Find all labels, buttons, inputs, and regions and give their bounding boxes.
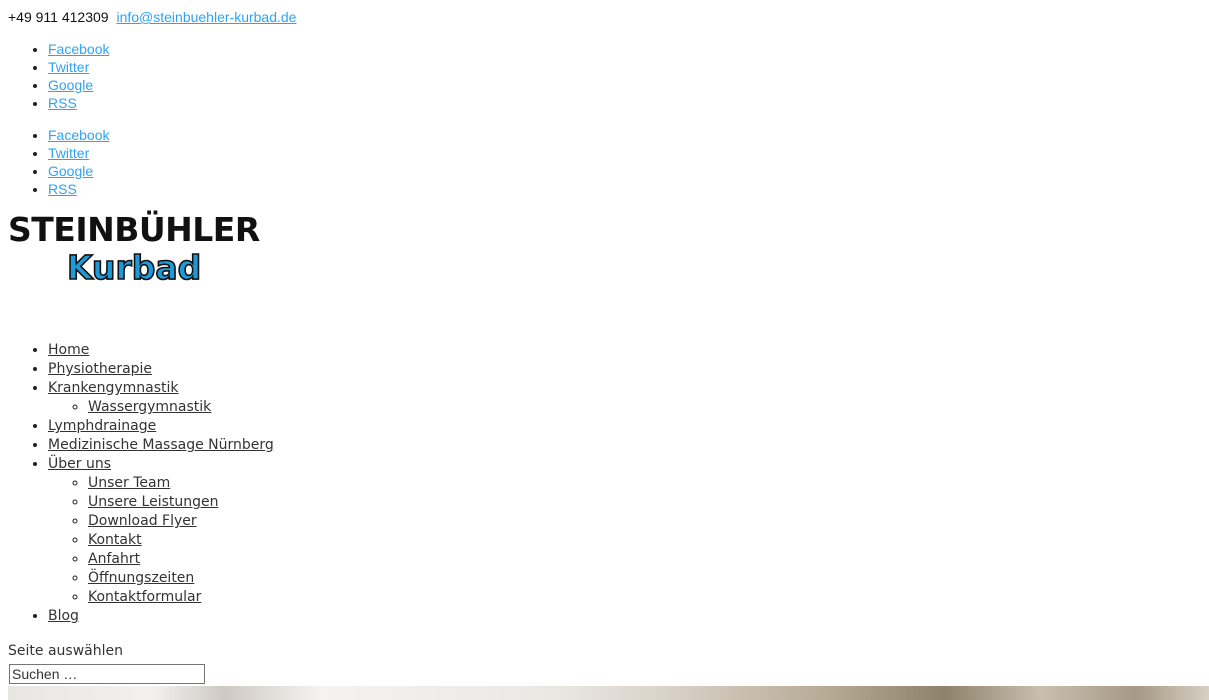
mobile-menu-select-page[interactable]: Seite auswählen <box>8 642 123 661</box>
site-logo[interactable]: STEINBÜHLER Kurbad <box>8 210 260 288</box>
menu-link-krankengymnastik[interactable]: Krankengymnastik <box>48 380 179 396</box>
social-links-primary: Facebook Twitter Google RSS <box>8 40 109 112</box>
menu-item-massage: Medizinische Massage Nürnberg <box>48 436 274 455</box>
submenu-item: Unsere Leistungen <box>88 493 274 512</box>
google-link[interactable]: Google <box>48 77 93 93</box>
social-item: Google <box>48 76 109 94</box>
social-item: Facebook <box>48 126 109 144</box>
email-link[interactable]: info@steinbuehler-kurbad.de <box>116 9 296 25</box>
search-input[interactable] <box>9 664 205 684</box>
phone-number: +49 911 412309 <box>8 9 109 25</box>
social-links-secondary: Facebook Twitter Google RSS <box>8 126 109 198</box>
main-navigation: Home Physiotherapie Krankengymnastik Was… <box>8 341 274 626</box>
menu-link-oeffnungszeiten[interactable]: Öffnungszeiten <box>88 570 194 586</box>
submenu-item: Öffnungszeiten <box>88 569 274 588</box>
facebook-link[interactable]: Facebook <box>48 41 109 57</box>
menu-item-lymphdrainage: Lymphdrainage <box>48 417 274 436</box>
menu-link-anfahrt[interactable]: Anfahrt <box>88 551 140 567</box>
submenu-item: Unser Team <box>88 474 274 493</box>
menu-item-home: Home <box>48 341 274 360</box>
submenu-krankengymnastik: Wassergymnastik <box>48 398 274 417</box>
twitter-link[interactable]: Twitter <box>48 145 89 161</box>
menu-link-kontaktformular[interactable]: Kontaktformular <box>88 589 201 605</box>
logo-line-kurbad: Kurbad <box>66 248 202 287</box>
top-contact-bar: +49 911 412309 info@steinbuehler-kurbad.… <box>8 9 296 26</box>
menu-link-home[interactable]: Home <box>48 342 89 358</box>
social-item: RSS <box>48 94 109 112</box>
rss-link[interactable]: RSS <box>48 181 77 197</box>
facebook-link[interactable]: Facebook <box>48 127 109 143</box>
submenu-item: Kontakt <box>88 531 274 550</box>
rss-link[interactable]: RSS <box>48 95 77 111</box>
submenu-item: Anfahrt <box>88 550 274 569</box>
menu-item-blog: Blog <box>48 607 274 626</box>
menu-link-wassergymnastik[interactable]: Wassergymnastik <box>88 399 211 415</box>
menu-item-physiotherapie: Physiotherapie <box>48 360 274 379</box>
menu-link-lymphdrainage[interactable]: Lymphdrainage <box>48 418 156 434</box>
hero-image <box>8 686 1209 700</box>
social-item: Twitter <box>48 144 109 162</box>
menu-link-unsere-leistungen[interactable]: Unsere Leistungen <box>88 494 219 510</box>
menu-link-massage[interactable]: Medizinische Massage Nürnberg <box>48 437 274 453</box>
social-item: RSS <box>48 180 109 198</box>
menu-link-physiotherapie[interactable]: Physiotherapie <box>48 361 152 377</box>
submenu-item: Kontaktformular <box>88 588 274 607</box>
submenu-ueber-uns: Unser Team Unsere Leistungen Download Fl… <box>48 474 274 607</box>
menu-link-download-flyer[interactable]: Download Flyer <box>88 513 197 529</box>
submenu-item: Wassergymnastik <box>88 398 274 417</box>
submenu-item: Download Flyer <box>88 512 274 531</box>
menu-link-unser-team[interactable]: Unser Team <box>88 475 170 491</box>
social-item: Twitter <box>48 58 109 76</box>
logo-line-steinbuehler: STEINBÜHLER <box>8 210 260 249</box>
social-item: Google <box>48 162 109 180</box>
twitter-link[interactable]: Twitter <box>48 59 89 75</box>
social-item: Facebook <box>48 40 109 58</box>
menu-link-blog[interactable]: Blog <box>48 608 79 624</box>
menu-link-kontakt[interactable]: Kontakt <box>88 532 142 548</box>
menu-item-ueber-uns: Über uns Unser Team Unsere Leistungen Do… <box>48 455 274 607</box>
menu-link-ueber-uns[interactable]: Über uns <box>48 456 111 472</box>
google-link[interactable]: Google <box>48 163 93 179</box>
menu-item-krankengymnastik: Krankengymnastik Wassergymnastik <box>48 379 274 417</box>
